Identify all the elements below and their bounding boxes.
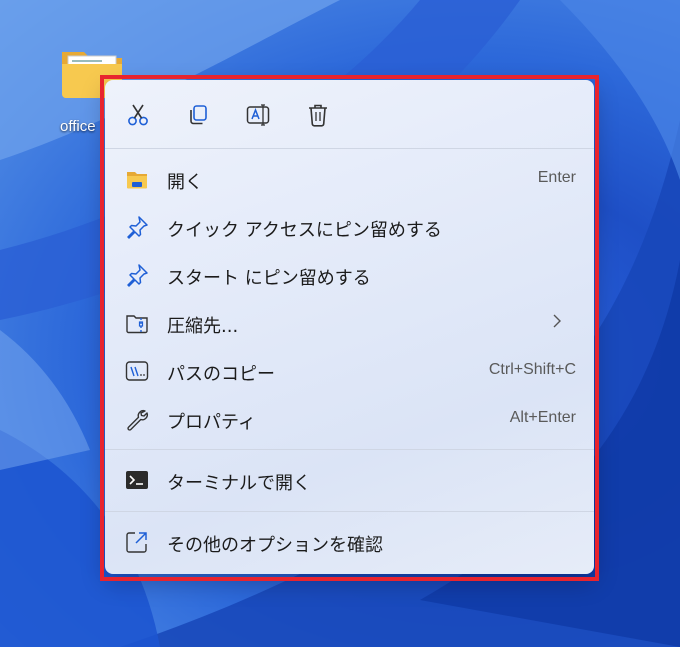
terminal-icon: [126, 471, 148, 489]
zip-folder-icon: [126, 315, 148, 334]
menu-item-copy-path[interactable]: パスのコピー Ctrl+Shift+C: [111, 349, 588, 393]
pin-icon: [127, 264, 148, 287]
copy-icon: [190, 105, 207, 125]
menu-item-label: スタート にピン留めする: [167, 268, 371, 289]
more-options-icon: [126, 532, 147, 553]
menu-item-label: その他のオプションを確認: [167, 535, 383, 556]
path-copy-icon: [125, 361, 149, 381]
menu-item-pin-start[interactable]: スタート にピン留めする: [111, 253, 588, 297]
context-menu-toolbar: [105, 80, 594, 148]
context-menu: 開く Enter クイック アクセスにピン留めする スタート にピン留めする 圧…: [105, 80, 594, 574]
shortcut-label: Enter: [537, 169, 576, 186]
cut-button[interactable]: [120, 97, 156, 133]
menu-item-label: 圧縮先...: [167, 316, 239, 337]
shortcut-label: Alt+Enter: [509, 409, 576, 426]
menu-item-compress-to[interactable]: 圧縮先...: [111, 301, 588, 345]
shortcut-label: Ctrl+Shift+C: [488, 361, 576, 378]
folder-icon: [127, 172, 147, 189]
copy-button[interactable]: [180, 97, 216, 133]
menu-item-open[interactable]: 開く Enter: [111, 157, 588, 201]
menu-separator: [105, 449, 594, 450]
menu-item-label: パスのコピー: [167, 364, 275, 385]
rename-button[interactable]: [240, 97, 276, 133]
menu-separator: [105, 148, 594, 149]
menu-item-label: クイック アクセスにピン留めする: [167, 220, 442, 241]
delete-button[interactable]: [300, 97, 336, 133]
chevron-right-icon: [553, 314, 561, 328]
menu-separator: [105, 511, 594, 512]
scissors-icon: [128, 104, 148, 126]
menu-item-label: プロパティ: [167, 412, 256, 433]
menu-item-properties[interactable]: プロパティ Alt+Enter: [111, 397, 588, 441]
wrench-icon: [127, 410, 148, 431]
menu-item-show-more-options[interactable]: その他のオプションを確認: [111, 520, 588, 564]
menu-item-open-terminal[interactable]: ターミナルで開く: [111, 458, 588, 502]
menu-item-pin-quick-access[interactable]: クイック アクセスにピン留めする: [111, 205, 588, 249]
pin-icon: [127, 216, 148, 239]
trash-icon: [309, 104, 327, 127]
menu-item-label: 開く: [167, 172, 203, 193]
desktop-folder-label: office: [60, 118, 96, 135]
rename-icon: [246, 104, 270, 126]
menu-item-label: ターミナルで開く: [167, 473, 311, 494]
